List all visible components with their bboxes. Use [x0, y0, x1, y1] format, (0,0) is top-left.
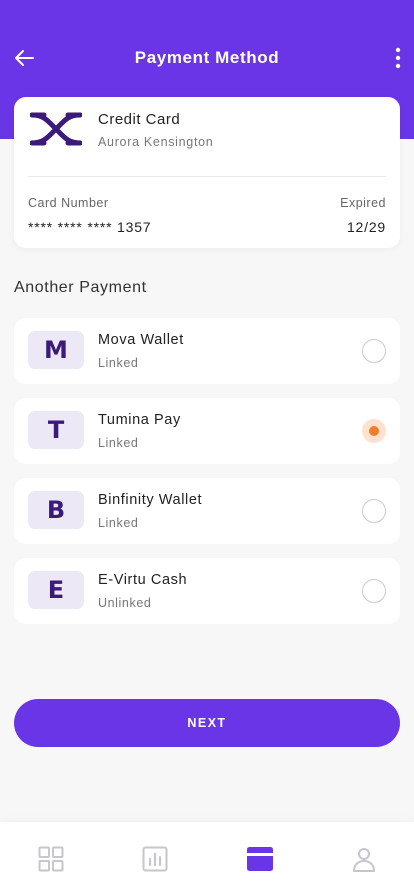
tumina-pay-logo: T	[28, 411, 84, 449]
card-number-label: Card Number	[28, 196, 109, 210]
nav-profile[interactable]	[349, 844, 379, 874]
payment-option-status: Unlinked	[98, 596, 152, 610]
more-menu-button[interactable]	[388, 42, 408, 74]
user-icon	[353, 848, 375, 872]
binfinity-wallet-logo: B	[28, 491, 84, 529]
header: Payment Method	[0, 34, 414, 82]
payment-option-name: Binfinity Wallet	[98, 492, 203, 508]
next-button[interactable]: NEXT	[14, 699, 400, 747]
card-brand-logo	[30, 112, 82, 146]
another-payment-title: Another Payment	[14, 279, 147, 296]
payment-option-mova-wallet[interactable]: M Mova Wallet Linked	[14, 318, 400, 384]
card-type: Credit Card	[98, 111, 181, 128]
card-divider	[28, 176, 386, 177]
credit-card-panel[interactable]: Credit Card Aurora Kensington Card Numbe…	[14, 97, 400, 248]
payment-option-binfinity-wallet[interactable]: B Binfinity Wallet Linked	[14, 478, 400, 544]
wallet-icon	[247, 847, 273, 871]
mova-wallet-logo: M	[28, 331, 84, 369]
nav-wallet[interactable]	[245, 844, 275, 874]
bottom-nav	[0, 822, 414, 896]
payment-option-name: E-Virtu Cash	[98, 572, 188, 588]
arrow-left-icon	[15, 50, 34, 66]
payment-radio[interactable]	[362, 579, 386, 603]
payment-radio[interactable]	[362, 339, 386, 363]
chart-icon	[142, 846, 168, 872]
payment-option-status: Linked	[98, 436, 139, 450]
payment-option-name: Mova Wallet	[98, 332, 184, 348]
payment-radio-selected[interactable]	[362, 419, 386, 443]
expired-date: 12/29	[346, 219, 386, 235]
payment-option-status: Linked	[98, 516, 139, 530]
payment-option-status: Linked	[98, 356, 139, 370]
payment-radio[interactable]	[362, 499, 386, 523]
nav-stats[interactable]	[140, 844, 170, 874]
payment-option-name: Tumina Pay	[98, 412, 181, 428]
nav-home[interactable]	[36, 844, 66, 874]
back-button[interactable]	[8, 42, 40, 74]
payment-option-e-virtu-cash[interactable]: E E-Virtu Cash Unlinked	[14, 558, 400, 624]
card-holder-name: Aurora Kensington	[98, 135, 214, 149]
expired-label: Expired	[340, 196, 386, 210]
e-virtu-cash-logo: E	[28, 571, 84, 609]
more-vertical-icon	[395, 47, 401, 69]
page-title: Payment Method	[134, 48, 280, 67]
card-number: **** **** **** 1357	[28, 219, 152, 235]
grid-icon	[38, 846, 64, 872]
payment-option-tumina-pay[interactable]: T Tumina Pay Linked	[14, 398, 400, 464]
